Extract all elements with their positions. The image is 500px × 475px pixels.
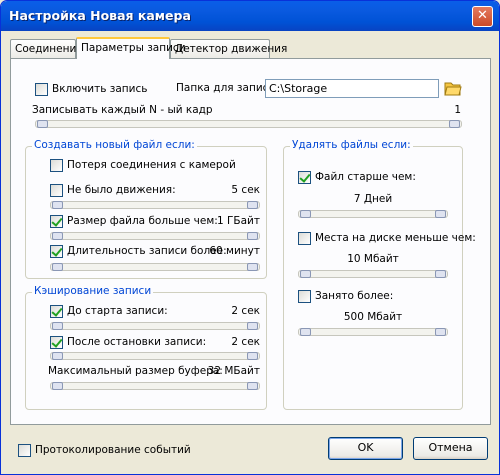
cache-group-title: Кэширование записи xyxy=(32,285,154,297)
slider-thumb[interactable] xyxy=(300,210,311,218)
disk-space-value: 10 Мбайт xyxy=(347,253,399,265)
duration-slider[interactable] xyxy=(50,263,260,271)
post-record-slider[interactable] xyxy=(50,352,260,360)
enable-record-checkbox[interactable] xyxy=(35,83,48,96)
new-file-group-title: Создавать новый файл если: xyxy=(32,139,197,151)
older-than-checkbox[interactable] xyxy=(298,171,311,184)
slider-thumb[interactable] xyxy=(52,263,63,271)
folder-input-value: C:\Storage xyxy=(269,82,328,95)
event-log-checkbox[interactable] xyxy=(18,444,31,457)
settings-window: Настройка Новая камера ✕ Соединение Пара… xyxy=(0,0,500,475)
file-size-slider[interactable] xyxy=(50,232,260,240)
tab-connection[interactable]: Соединение xyxy=(10,39,83,58)
folder-label: Папка для записи: xyxy=(176,82,279,94)
older-than-label: Файл старше чем: xyxy=(315,171,416,183)
tab-panel: Включить запись Папка для записи: C:\Sto… xyxy=(10,58,491,425)
duration-checkbox[interactable] xyxy=(50,245,63,258)
slider-end xyxy=(449,120,460,128)
tab-label: Параметры записи xyxy=(81,42,186,54)
buffer-slider[interactable] xyxy=(50,382,260,390)
occupied-value: 500 Мбайт xyxy=(343,311,403,323)
window-title: Настройка Новая камера xyxy=(9,8,191,23)
slider-thumb[interactable] xyxy=(52,382,63,390)
pre-record-label: До старта записи: xyxy=(67,305,168,317)
occupied-checkbox[interactable] xyxy=(298,290,311,303)
delete-group-title: Удалять файлы если: xyxy=(290,139,413,151)
duration-value: 60 минут xyxy=(209,245,260,257)
close-button[interactable]: ✕ xyxy=(472,6,493,27)
slider-end xyxy=(247,263,258,271)
disk-space-label: Места на диске меньше чем: xyxy=(315,232,476,244)
post-record-value: 2 сек xyxy=(231,336,260,348)
pre-record-checkbox[interactable] xyxy=(50,305,63,318)
ok-button[interactable]: OK xyxy=(328,437,403,460)
slider-thumb[interactable] xyxy=(52,322,63,330)
pre-record-value: 2 сек xyxy=(231,305,260,317)
folder-input[interactable]: C:\Storage xyxy=(265,79,439,98)
slider-thumb[interactable] xyxy=(52,232,63,240)
delete-group: Удалять файлы если: Файл старше чем: 7 Д… xyxy=(283,139,476,410)
slider-end xyxy=(435,328,446,336)
occupied-slider[interactable] xyxy=(298,328,448,336)
no-motion-checkbox[interactable] xyxy=(50,184,63,197)
event-log-label: Протоколирование событий xyxy=(35,444,191,456)
slider-thumb[interactable] xyxy=(37,120,48,128)
slider-end xyxy=(435,270,446,278)
close-icon: ✕ xyxy=(477,8,488,23)
tab-label: Детектор движения xyxy=(175,43,288,55)
disk-space-slider[interactable] xyxy=(298,270,448,278)
slider-end xyxy=(247,352,258,360)
every-n-slider[interactable] xyxy=(35,120,462,128)
older-than-value: 7 Дней xyxy=(353,193,393,205)
file-size-value: 1 ГБайт xyxy=(217,215,260,227)
slider-end xyxy=(247,232,258,240)
every-n-value: 1 xyxy=(454,104,461,116)
new-file-group: Создавать новый файл если: Потеря соедин… xyxy=(25,139,267,279)
slider-end xyxy=(435,210,446,218)
slider-end xyxy=(247,382,258,390)
occupied-label: Занято более: xyxy=(315,290,394,302)
every-n-label: Записывать каждый N - ый кадр xyxy=(32,104,213,116)
cancel-button[interactable]: Отмена xyxy=(413,437,488,460)
slider-thumb[interactable] xyxy=(300,270,311,278)
folder-browse-icon[interactable] xyxy=(444,79,462,97)
slider-end xyxy=(247,322,258,330)
tab-label: Соединение xyxy=(15,43,83,55)
pre-record-slider[interactable] xyxy=(50,322,260,330)
slider-thumb[interactable] xyxy=(300,328,311,336)
no-motion-slider[interactable] xyxy=(50,201,260,209)
title-bar[interactable]: Настройка Новая камера ✕ xyxy=(1,1,499,31)
enable-record-label: Включить запись xyxy=(52,83,148,95)
slider-thumb[interactable] xyxy=(52,201,63,209)
slider-end xyxy=(247,201,258,209)
tab-record-params[interactable]: Параметры записи xyxy=(76,37,186,59)
conn-lost-label: Потеря соединения с камерой xyxy=(67,159,236,171)
cache-group: Кэширование записи До старта записи: 2 с… xyxy=(25,285,267,410)
older-than-slider[interactable] xyxy=(298,210,448,218)
conn-lost-checkbox[interactable] xyxy=(50,159,63,172)
no-motion-label: Не было движения: xyxy=(67,184,176,196)
slider-thumb[interactable] xyxy=(52,352,63,360)
file-size-checkbox[interactable] xyxy=(50,215,63,228)
post-record-checkbox[interactable] xyxy=(50,336,63,349)
buffer-value: 32 МБайт xyxy=(207,365,260,377)
disk-space-checkbox[interactable] xyxy=(298,232,311,245)
no-motion-value: 5 сек xyxy=(231,184,260,196)
